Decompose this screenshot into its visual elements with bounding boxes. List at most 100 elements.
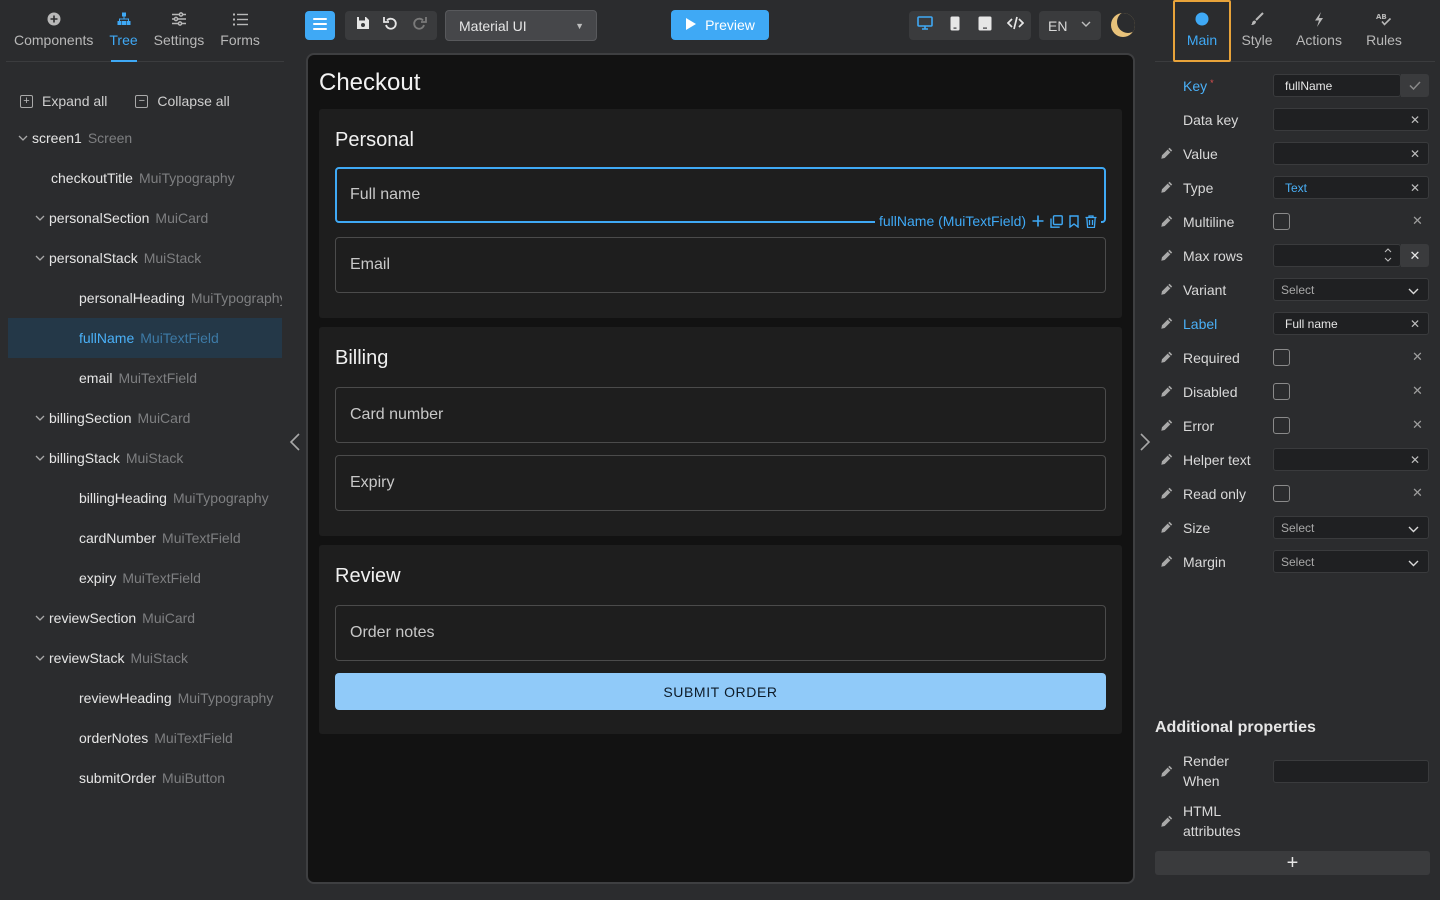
- property-checkbox[interactable]: [1273, 383, 1290, 400]
- property-checkbox[interactable]: [1273, 213, 1290, 230]
- clear-icon[interactable]: ✕: [1412, 349, 1423, 365]
- clear-icon[interactable]: ✕: [1412, 417, 1423, 433]
- tree-node[interactable]: personalHeading MuiTypography: [0, 278, 282, 318]
- render-when-input[interactable]: [1273, 760, 1429, 783]
- expiry-field[interactable]: Expiry: [335, 455, 1106, 511]
- pencil-icon[interactable]: [1160, 521, 1174, 535]
- tree-node[interactable]: submitOrder MuiButton: [0, 758, 282, 798]
- collapse-right-panel-chevron-icon[interactable]: [1139, 432, 1151, 458]
- property-checkbox[interactable]: [1273, 349, 1290, 366]
- order-notes-field[interactable]: Order notes: [335, 605, 1106, 661]
- property-checkbox[interactable]: [1273, 485, 1290, 502]
- pencil-icon[interactable]: [1160, 419, 1174, 433]
- collapse-all-button[interactable]: − Collapse all: [135, 84, 230, 118]
- pencil-icon[interactable]: [1160, 765, 1174, 779]
- expand-all-button[interactable]: + Expand all: [20, 84, 107, 118]
- tree-node[interactable]: cardNumber MuiTextField: [0, 518, 282, 558]
- card-number-field[interactable]: Card number: [335, 387, 1106, 443]
- review-section-card[interactable]: Review Order notes SUBMIT ORDER: [319, 545, 1122, 734]
- tab-rules[interactable]: AB Rules: [1363, 0, 1405, 62]
- copy-icon[interactable]: [1050, 214, 1063, 228]
- collapse-left-panel-chevron-icon[interactable]: [289, 432, 301, 458]
- tree-node[interactable]: reviewSection MuiCard: [0, 598, 282, 638]
- tree-node[interactable]: expiry MuiTextField: [0, 558, 282, 598]
- tree-node[interactable]: checkoutTitle MuiTypography: [0, 158, 282, 198]
- property-select[interactable]: Select: [1273, 516, 1429, 539]
- tree-node[interactable]: billingHeading MuiTypography: [0, 478, 282, 518]
- redo-button[interactable]: [405, 11, 433, 40]
- email-field[interactable]: Email: [335, 237, 1106, 293]
- ui-kit-select[interactable]: Material UI ▼: [445, 10, 597, 41]
- chevron-down-icon[interactable]: [33, 455, 47, 461]
- tree-node[interactable]: screen1 Screen: [0, 118, 282, 158]
- theme-toggle-moon-icon[interactable]: [1111, 13, 1135, 37]
- tree-node[interactable]: fullName MuiTextField: [8, 318, 282, 358]
- clear-icon[interactable]: ✕: [1412, 213, 1423, 229]
- pencil-icon[interactable]: [1160, 215, 1174, 229]
- add-property-button[interactable]: +: [1155, 851, 1430, 875]
- tab-style[interactable]: Style: [1237, 0, 1277, 62]
- tab-components[interactable]: Components: [6, 0, 101, 61]
- property-input[interactable]: fullName: [1273, 74, 1401, 97]
- chevron-down-icon[interactable]: [33, 255, 47, 261]
- submit-order-button[interactable]: SUBMIT ORDER: [335, 673, 1106, 710]
- pencil-icon[interactable]: [1160, 815, 1174, 829]
- mobile-view-button[interactable]: [941, 11, 969, 40]
- pencil-icon[interactable]: [1160, 181, 1174, 195]
- pencil-icon[interactable]: [1160, 453, 1174, 467]
- undo-button[interactable]: [377, 11, 405, 40]
- billing-section-card[interactable]: Billing Card number Expiry: [319, 327, 1122, 536]
- save-button[interactable]: [349, 11, 377, 40]
- tree-node[interactable]: email MuiTextField: [0, 358, 282, 398]
- code-view-button[interactable]: [1001, 11, 1029, 40]
- property-input[interactable]: ✕: [1273, 448, 1429, 471]
- clear-icon[interactable]: ✕: [1412, 485, 1423, 501]
- pencil-icon[interactable]: [1160, 385, 1174, 399]
- property-number-input[interactable]: [1273, 244, 1401, 267]
- checkout-title[interactable]: Checkout: [319, 69, 420, 97]
- tab-actions[interactable]: Actions: [1293, 0, 1345, 62]
- pencil-icon[interactable]: [1160, 351, 1174, 365]
- property-input[interactable]: Full name ✕: [1273, 312, 1429, 335]
- confirm-button[interactable]: [1401, 74, 1429, 97]
- pencil-icon[interactable]: [1160, 487, 1174, 501]
- preview-button[interactable]: Preview: [671, 10, 769, 40]
- property-checkbox[interactable]: [1273, 417, 1290, 434]
- tab-tree[interactable]: Tree: [101, 0, 145, 61]
- chevron-down-icon[interactable]: [33, 415, 47, 421]
- billing-heading[interactable]: Billing: [335, 347, 388, 370]
- pencil-icon[interactable]: [1160, 283, 1174, 297]
- add-icon[interactable]: [1032, 215, 1044, 227]
- tree-node[interactable]: reviewStack MuiStack: [0, 638, 282, 678]
- property-select[interactable]: Select: [1273, 278, 1429, 301]
- tree-node[interactable]: billingSection MuiCard: [0, 398, 282, 438]
- tablet-view-button[interactable]: [971, 11, 999, 40]
- chevron-down-icon[interactable]: [33, 215, 47, 221]
- clear-icon[interactable]: ✕: [1410, 147, 1420, 161]
- language-select[interactable]: EN: [1039, 11, 1101, 40]
- chevron-down-icon[interactable]: [33, 655, 47, 661]
- tab-main[interactable]: Main: [1173, 0, 1231, 62]
- clear-button[interactable]: ✕: [1401, 244, 1429, 267]
- personal-heading[interactable]: Personal: [335, 129, 414, 152]
- clear-icon[interactable]: ✕: [1410, 181, 1420, 195]
- stepper-icon[interactable]: [1384, 246, 1392, 267]
- desktop-view-button[interactable]: [911, 11, 939, 40]
- pencil-icon[interactable]: [1160, 317, 1174, 331]
- pencil-icon[interactable]: [1160, 249, 1174, 263]
- property-input[interactable]: Text ✕: [1273, 176, 1429, 199]
- pencil-icon[interactable]: [1160, 555, 1174, 569]
- tree-node[interactable]: billingStack MuiStack: [0, 438, 282, 478]
- menu-button[interactable]: [305, 11, 335, 40]
- clear-icon[interactable]: ✕: [1410, 317, 1420, 331]
- review-heading[interactable]: Review: [335, 565, 401, 588]
- property-input[interactable]: ✕: [1273, 108, 1429, 131]
- clear-icon[interactable]: ✕: [1410, 113, 1420, 127]
- tree-node[interactable]: orderNotes MuiTextField: [0, 718, 282, 758]
- property-input[interactable]: ✕: [1273, 142, 1429, 165]
- clear-icon[interactable]: ✕: [1410, 453, 1420, 467]
- delete-icon[interactable]: [1085, 214, 1097, 228]
- tree-node[interactable]: personalSection MuiCard: [0, 198, 282, 238]
- chevron-down-icon[interactable]: [16, 135, 30, 141]
- pencil-icon[interactable]: [1160, 147, 1174, 161]
